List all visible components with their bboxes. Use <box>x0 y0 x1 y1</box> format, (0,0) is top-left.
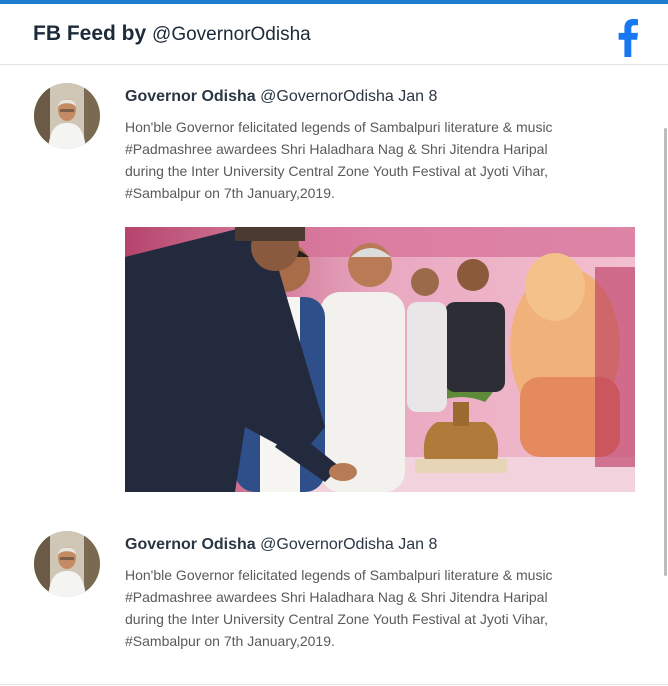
post-meta: Governor Odisha @GovernorOdisha Jan 8 <box>125 536 437 554</box>
post-photo <box>125 227 635 492</box>
author-handle[interactable]: @GovernorOdisha <box>260 88 394 105</box>
post-text-line[interactable]: #Padmashree awardees Shri Haladhara Nag … <box>125 586 615 608</box>
post-text-line[interactable]: #Sambalpur on 7th January,2019. <box>125 630 615 652</box>
author-name[interactable]: Governor Odisha <box>125 536 256 553</box>
feed-title-label: FB Feed by <box>33 22 147 45</box>
avatar-photo <box>34 531 100 597</box>
post-date[interactable]: Jan 8 <box>398 536 437 553</box>
feed-title-handle[interactable]: @GovernorOdisha <box>152 24 311 45</box>
post-text-line: Hon'ble Governor felicitated legends of … <box>125 567 553 583</box>
feed-list: Governor Odisha @GovernorOdisha Jan 8 Ho… <box>0 66 668 686</box>
author-name[interactable]: Governor Odisha <box>125 88 256 105</box>
post-meta: Governor Odisha @GovernorOdisha Jan 8 <box>125 88 437 106</box>
post-text-line: during the Inter University Central Zone… <box>125 611 549 627</box>
author-handle[interactable]: @GovernorOdisha <box>260 536 394 553</box>
feed-post: Governor Odisha @GovernorOdisha Jan 8 Ho… <box>0 66 668 506</box>
post-text-line: during the Inter University Central Zone… <box>125 163 549 179</box>
avatar-photo <box>34 83 100 149</box>
post-text-line: Hon'ble Governor felicitated legends of … <box>125 119 553 135</box>
feed-bottom-divider <box>0 684 668 685</box>
author-avatar[interactable] <box>34 531 100 597</box>
post-text-line[interactable]: #Padmashree awardees Shri Haladhara Nag … <box>125 138 615 160</box>
feed-header: FB Feed by @GovernorOdisha <box>0 4 668 65</box>
author-avatar[interactable] <box>34 83 100 149</box>
post-date[interactable]: Jan 8 <box>398 88 437 105</box>
post-text-line[interactable]: #Sambalpur on 7th January,2019. <box>125 182 615 204</box>
feed-title: FB Feed by @GovernorOdisha <box>33 22 311 46</box>
post-text: Hon'ble Governor felicitated legends of … <box>125 116 615 204</box>
post-image[interactable] <box>125 227 635 492</box>
post-text: Hon'ble Governor felicitated legends of … <box>125 564 615 652</box>
facebook-icon[interactable] <box>617 19 639 57</box>
feed-post: Governor Odisha @GovernorOdisha Jan 8 Ho… <box>0 514 668 686</box>
feed-scrollbar[interactable] <box>664 128 667 576</box>
